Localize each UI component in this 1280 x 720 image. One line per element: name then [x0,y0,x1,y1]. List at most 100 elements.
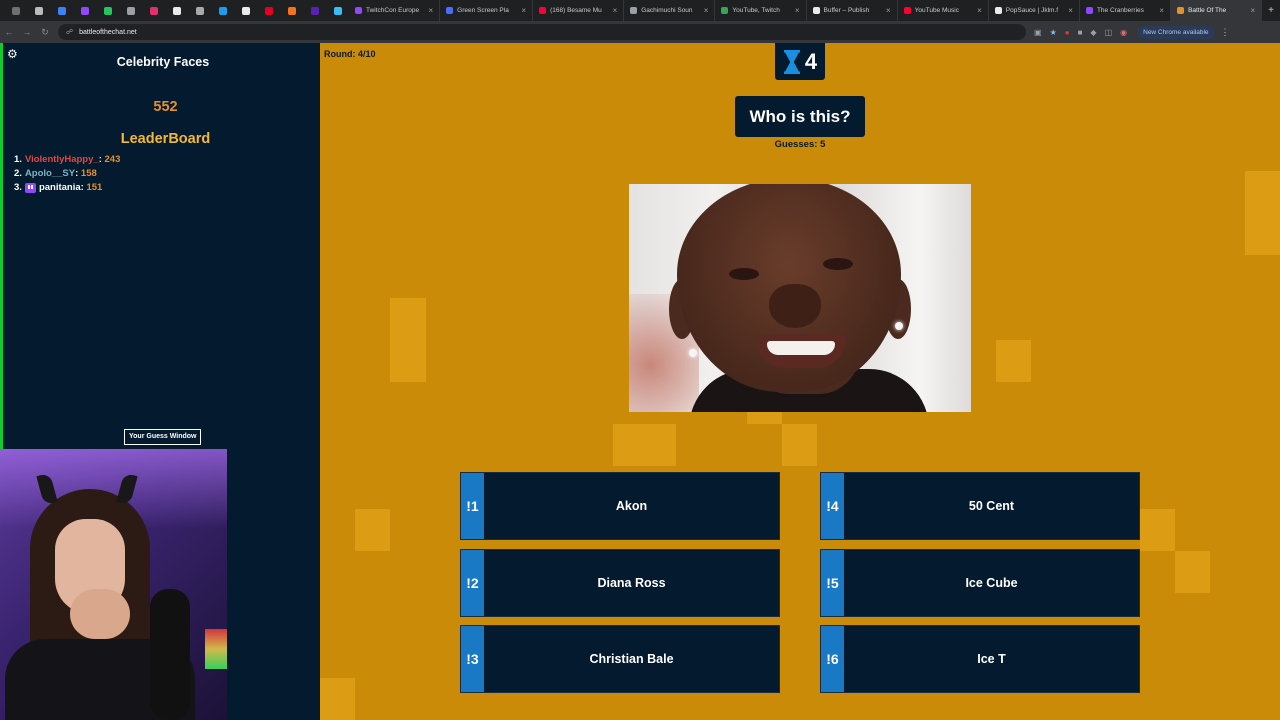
tab-favicon-icon [355,7,362,14]
pinned-tab[interactable] [4,0,27,21]
pinned-tab[interactable] [280,0,303,21]
pinned-tab[interactable] [165,0,188,21]
pinned-tab[interactable] [119,0,142,21]
countdown-timer: 4 [775,43,825,80]
answer-option-6[interactable]: !6 Ice T [820,625,1140,693]
answer-label: Christian Bale [589,652,674,666]
rgb-light-strip [205,629,227,669]
reload-icon[interactable]: ↻ [36,27,54,38]
answer-label: Ice T [977,652,1006,666]
photo-teeth [767,341,835,355]
tab-title: The Cranberries [1096,7,1144,14]
browser-tab[interactable]: Green Screen Pla × [440,0,534,21]
browser-tab[interactable]: PopSauce | Jklm.f × [989,0,1080,21]
answer-key: !1 [461,473,484,539]
pinned-tab[interactable] [27,0,50,21]
pinned-tab[interactable] [326,0,349,21]
celebrity-photo [629,184,971,412]
round-indicator: Round: 4/10 [324,49,376,59]
game-area: Round: 4/10 4 Who is this? Guesses: 5 !1… [320,43,1280,720]
pinned-tab[interactable] [96,0,119,21]
webcam-hand [70,589,130,639]
extension-icon[interactable]: ■ [1078,28,1083,37]
pinned-tab[interactable] [234,0,257,21]
browser-tab[interactable]: TwitchCon Europe × [349,0,441,21]
forward-arrow-icon[interactable]: → [18,27,36,37]
tab-title: Buffer – Publish [823,7,870,14]
cast-icon[interactable]: ▣ [1034,28,1042,37]
tab-favicon-icon [812,7,820,14]
close-tab-icon[interactable]: × [613,6,618,15]
answer-key: !5 [821,550,844,616]
tab-favicon-icon [721,7,729,14]
score: 552 [153,99,178,115]
answer-key: !4 [821,473,844,539]
browser-tab[interactable]: The Cranberries × [1080,0,1172,21]
close-tab-icon[interactable]: × [977,6,982,15]
browser-tabstrip: TwitchCon Europe × Green Screen Pla × (168) … [0,0,1280,21]
back-arrow-icon[interactable]: ← [0,27,18,37]
leaderboard-points: 151 [86,182,103,193]
extension-icon[interactable]: ● [1065,28,1070,37]
close-tab-icon[interactable]: × [886,6,891,15]
pinned-tab[interactable] [142,0,165,21]
answer-key: !3 [461,626,484,692]
pinned-tab[interactable] [257,0,280,21]
puzzle-icon[interactable]: ◫ [1105,28,1113,37]
bookmark-star-icon[interactable]: ★ [1050,28,1057,37]
tab-favicon-icon [630,7,638,14]
browser-tab[interactable]: YouTube, Twitch × [715,0,807,21]
answer-label: Ice Cube [965,576,1018,590]
leaderboard-points: 158 [80,168,97,179]
pinned-tab[interactable] [73,0,96,21]
tab-title: TwitchCon Europe [366,7,420,14]
browser-tab[interactable]: YouTube Music × [898,0,989,21]
close-tab-icon[interactable]: × [1251,6,1256,15]
profile-avatar[interactable]: ◉ [1120,28,1127,37]
close-tab-icon[interactable]: × [704,6,709,15]
game-title: Celebrity Faces [116,55,210,69]
tab-title: Green Screen Pla [457,7,509,14]
guess-window-button[interactable]: Your Guess Window [124,429,202,445]
answer-option-4[interactable]: !4 50 Cent [820,472,1140,540]
close-tab-icon[interactable]: × [1159,6,1164,15]
browser-tab[interactable]: (168) Besame Mu × [533,0,625,21]
pinned-tab[interactable] [188,0,211,21]
pinned-tab[interactable] [50,0,73,21]
earring-icon [689,349,697,357]
address-bar[interactable]: ☍ battleofthechat.net [58,24,1026,40]
background-square [782,424,817,466]
background-square [320,678,355,720]
guesses-label: Guesses: [774,139,818,150]
browser-tab[interactable]: Battle Of The × [1171,0,1263,21]
answer-label: Akon [615,499,648,513]
question-prompt: Who is this? [735,96,865,137]
answer-key: !6 [821,626,844,692]
browser-tab[interactable]: Buffer – Publish × [807,0,898,21]
close-tab-icon[interactable]: × [428,6,433,15]
shield-icon[interactable]: ◆ [1090,28,1096,37]
answer-option-3[interactable]: !3 Christian Bale [460,625,780,693]
tab-title: PopSauce | Jklm.f [1005,7,1059,14]
site-info-icon[interactable]: ☍ [66,28,73,36]
close-tab-icon[interactable]: × [795,6,800,15]
tab-favicon-icon [446,7,454,14]
close-tab-icon[interactable]: × [1068,6,1073,15]
answer-option-5[interactable]: !5 Ice Cube [820,549,1140,617]
update-chrome-button[interactable]: New Chrome available [1137,25,1215,39]
answer-option-1[interactable]: !1 Akon [460,472,780,540]
leaderboard-name: panitania [38,182,81,193]
browser-tab[interactable]: Gachimuchi Soun × [624,0,716,21]
answer-key: !2 [461,550,484,616]
guesses-value: 5 [820,139,826,150]
new-tab-button[interactable]: + [1262,5,1280,16]
answer-label: 50 Cent [968,499,1015,513]
pinned-tab[interactable] [211,0,234,21]
kebab-menu-icon[interactable]: ⋮ [1221,27,1230,38]
photo-eye [823,258,853,270]
earring-icon [895,322,903,330]
answer-option-2[interactable]: !2 Diana Ross [460,549,780,617]
close-tab-icon[interactable]: × [521,6,526,15]
pinned-tab[interactable] [303,0,326,21]
tab-title: (168) Besame Mu [550,7,602,14]
